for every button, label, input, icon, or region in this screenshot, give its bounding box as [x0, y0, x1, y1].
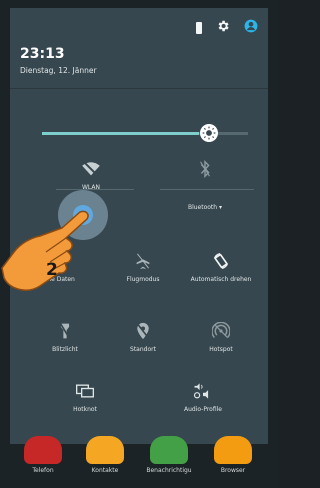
tile-bluetooth-dropdown[interactable]: Bluetooth ▾	[160, 204, 250, 211]
browser-app-icon	[214, 436, 252, 464]
chevron-down-icon: ▾	[219, 204, 223, 211]
dock-app-contacts[interactable]: Kontakte	[80, 436, 130, 474]
messages-app-icon	[150, 436, 188, 464]
rotate-icon	[213, 252, 229, 270]
airplane-off-icon	[136, 253, 150, 269]
dock-app-browser[interactable]: Browser	[208, 436, 258, 474]
brightness-icon	[202, 126, 215, 140]
settings-gear-icon[interactable]	[216, 18, 230, 37]
tile-hotspot[interactable]: Hotspot	[176, 320, 266, 353]
tile-audio-profile-label: Audio-Profile	[184, 406, 222, 413]
location-off-icon	[136, 322, 150, 340]
tile-airplane[interactable]: Flugmodus	[98, 250, 188, 283]
app-dock: Telefon Kontakte Benachrichtigu Browser	[10, 432, 268, 488]
step-number-label: 2	[46, 260, 58, 280]
dock-app-phone[interactable]: Telefon	[18, 436, 68, 474]
tile-wlan[interactable]: WLAN	[46, 158, 136, 191]
bluetooth-off-icon	[200, 160, 210, 178]
tile-airplane-label: Flugmodus	[126, 276, 160, 283]
wifi-off-icon	[82, 161, 100, 177]
battery-icon	[196, 21, 202, 34]
dock-app-messages[interactable]: Benachrichtigu	[144, 436, 194, 474]
header-divider	[10, 88, 268, 89]
tile-bluetooth[interactable]	[160, 158, 250, 180]
phone-app-icon	[24, 436, 62, 464]
tile-cast-label: Hotknot	[73, 406, 97, 413]
hotspot-off-icon	[212, 322, 230, 339]
dock-app-contacts-label: Kontakte	[91, 467, 119, 474]
brightness-slider-fill	[42, 132, 199, 135]
tile-auto-rotate[interactable]: Automatisch drehen	[176, 250, 266, 283]
flashlight-off-icon	[59, 322, 71, 340]
tile-wlan-divider	[56, 189, 134, 190]
tile-audio-profile[interactable]: Audio-Profile	[158, 380, 248, 413]
brightness-slider-thumb[interactable]	[199, 124, 218, 142]
tile-bluetooth-label: Bluetooth	[187, 204, 218, 211]
dock-app-messages-label: Benachrichtigu	[146, 467, 192, 474]
pointing-hand-icon	[1, 210, 89, 291]
status-icons	[196, 18, 258, 37]
cast-screen-icon	[76, 384, 94, 398]
tile-hotspot-label: Hotspot	[209, 346, 233, 353]
dock-app-phone-label: Telefon	[32, 467, 54, 474]
audio-profile-icon	[193, 383, 209, 399]
tile-cast[interactable]: Hotknot	[40, 380, 130, 413]
contacts-app-icon	[86, 436, 124, 464]
clock-time: 23:13	[20, 46, 65, 62]
tile-bluetooth-divider	[160, 189, 254, 190]
dock-app-browser-label: Browser	[220, 467, 246, 474]
clock-date: Dienstag, 12. Jänner	[20, 66, 97, 75]
tile-auto-rotate-label: Automatisch drehen	[190, 276, 252, 283]
tile-flashlight[interactable]: Blitzlicht	[20, 320, 110, 353]
tile-location[interactable]: Standort	[98, 320, 188, 353]
user-profile-icon[interactable]	[244, 18, 258, 37]
tile-flashlight-label: Blitzlicht	[52, 346, 78, 353]
tile-location-label: Standort	[130, 346, 156, 353]
